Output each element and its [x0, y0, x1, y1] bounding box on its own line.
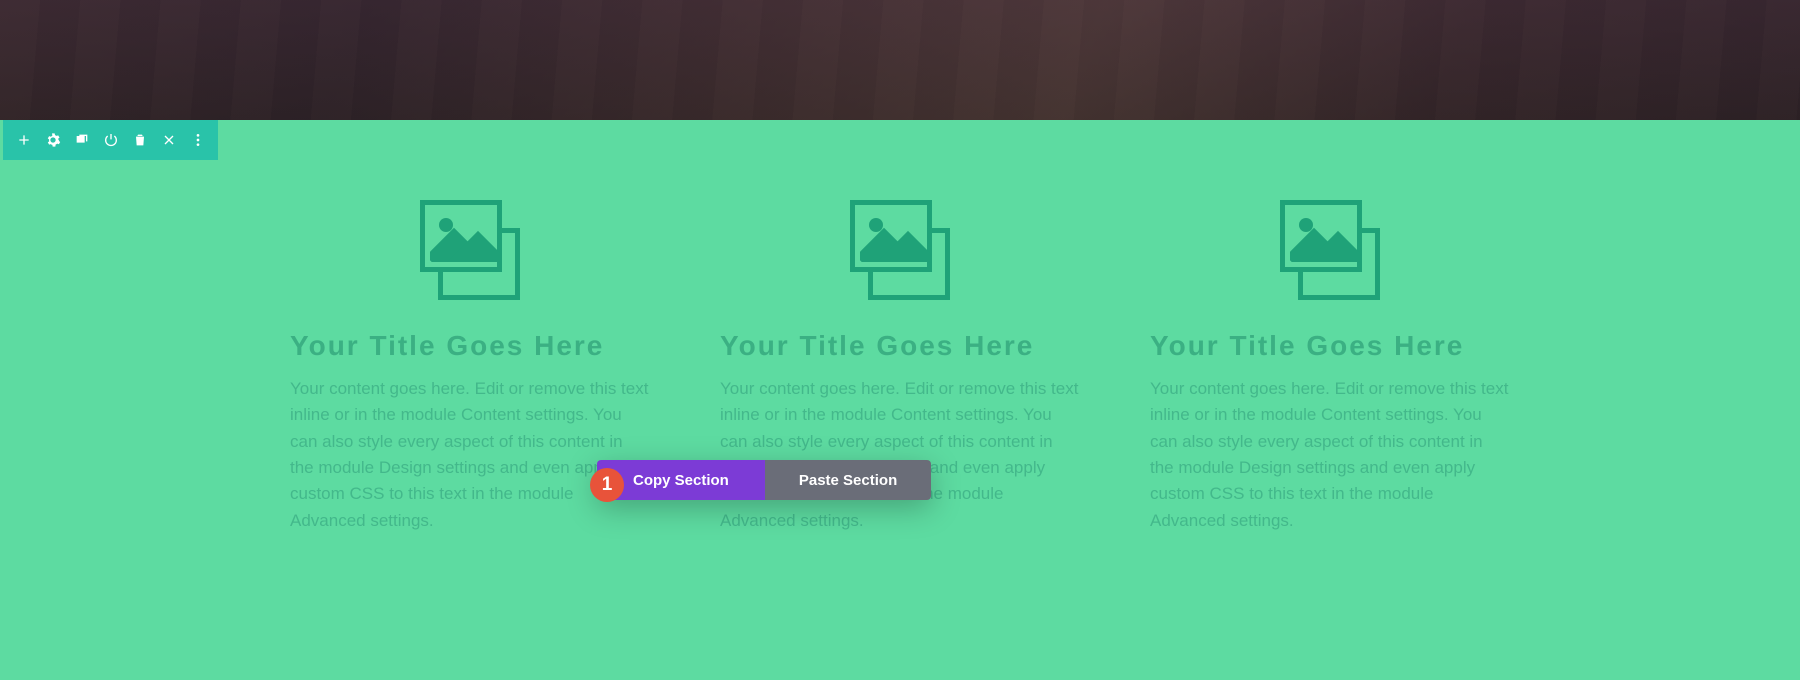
column-body: Your content goes here. Edit or remove t… [290, 376, 650, 534]
column-title: Your Title Goes Here [290, 330, 650, 362]
column-title: Your Title Goes Here [1150, 330, 1510, 362]
column-icon-wrap [1150, 200, 1510, 300]
column-body: Your content goes here. Edit or remove t… [1150, 376, 1510, 534]
image-placeholder-icon [850, 200, 950, 300]
add-button[interactable] [9, 120, 38, 160]
settings-button[interactable] [38, 120, 67, 160]
section-context-menu: Copy Section Paste Section [597, 460, 931, 500]
image-placeholder-icon [1280, 200, 1380, 300]
add-icon [16, 132, 32, 148]
duplicate-button[interactable] [67, 120, 96, 160]
window-icon [74, 132, 90, 148]
close-button[interactable] [154, 120, 183, 160]
column-3: Your Title Goes Here Your content goes h… [1150, 200, 1510, 534]
power-button[interactable] [96, 120, 125, 160]
column-icon-wrap [290, 200, 650, 300]
hero-background [0, 0, 1800, 120]
step-badge: 1 [590, 468, 624, 502]
paste-section-button[interactable]: Paste Section [765, 460, 931, 500]
image-placeholder-icon [420, 200, 520, 300]
column-title: Your Title Goes Here [720, 330, 1080, 362]
section-toolbar [3, 120, 218, 160]
column-body: Your content goes here. Edit or remove t… [720, 376, 1080, 534]
more-icon [190, 132, 206, 148]
column-icon-wrap [720, 200, 1080, 300]
delete-button[interactable] [125, 120, 154, 160]
power-icon [103, 132, 119, 148]
gear-icon [45, 132, 61, 148]
bottom-area [0, 590, 1800, 680]
more-button[interactable] [183, 120, 212, 160]
close-icon [161, 132, 177, 148]
trash-icon [132, 132, 148, 148]
